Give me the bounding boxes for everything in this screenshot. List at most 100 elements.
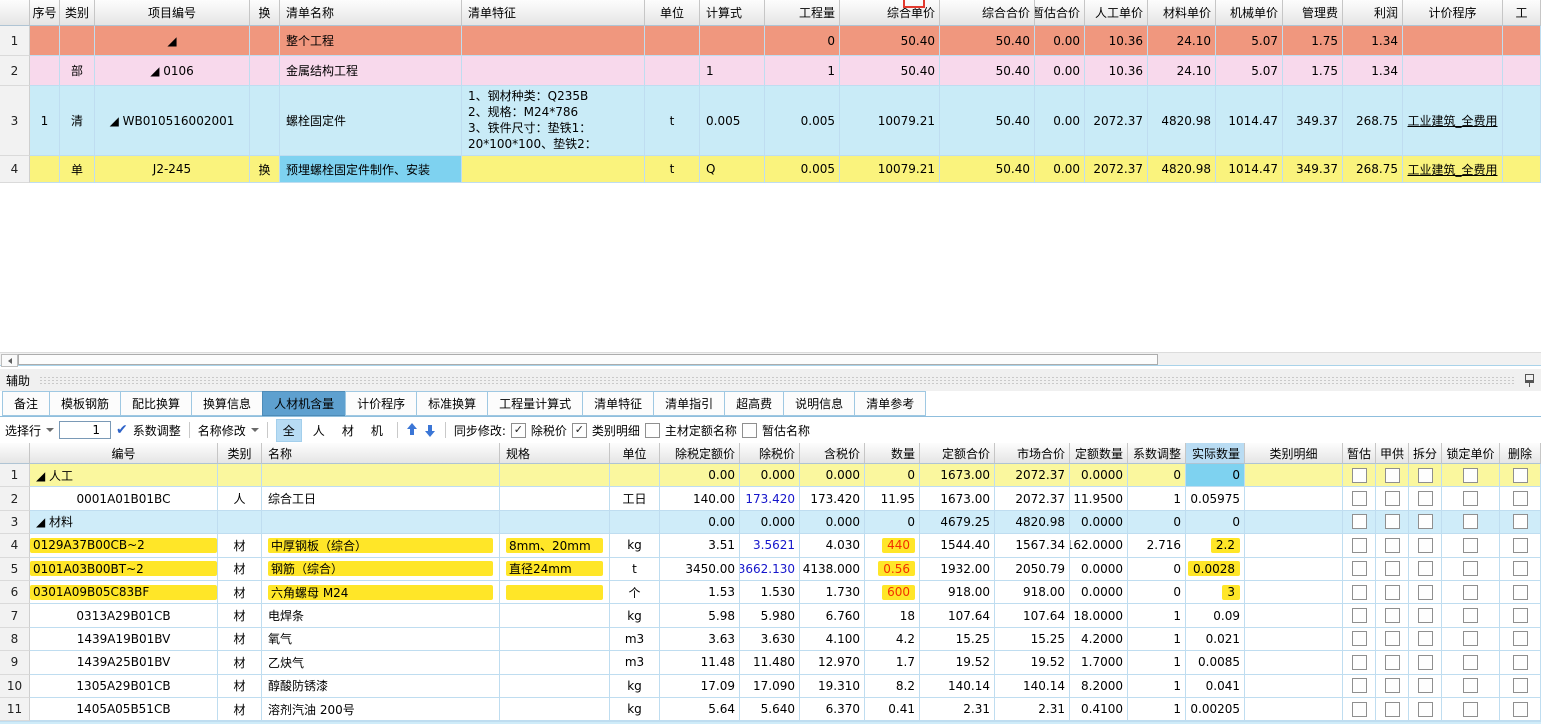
cell-cldj[interactable]: 24.10 xyxy=(1148,56,1216,86)
cell-schj[interactable]: 4820.98 xyxy=(995,511,1070,534)
tab-6[interactable]: 计价程序 xyxy=(345,391,417,416)
checkbox-jg[interactable] xyxy=(1385,608,1400,623)
cell-cf[interactable] xyxy=(1409,464,1442,487)
cell-zhhj[interactable]: 50.40 xyxy=(940,56,1035,86)
cell-sc[interactable] xyxy=(1500,675,1541,698)
cell-lb[interactable]: 材 xyxy=(218,675,262,698)
cell-name[interactable]: 乙炔气 xyxy=(262,651,500,674)
cell-spec[interactable] xyxy=(500,464,610,487)
cell-jg[interactable] xyxy=(1376,511,1409,534)
checkbox-cf[interactable] xyxy=(1418,561,1433,576)
cell-jxdj[interactable]: 1014.47 xyxy=(1216,86,1283,156)
cell-cf[interactable] xyxy=(1409,534,1442,557)
cell-desl[interactable]: 8.2000 xyxy=(1070,675,1128,698)
cell-lbmx[interactable] xyxy=(1245,604,1343,627)
cell-desl[interactable]: 0.0000 xyxy=(1070,558,1128,581)
cell-sddj[interactable] xyxy=(1442,628,1500,651)
cell-sc[interactable] xyxy=(1500,628,1541,651)
row-header[interactable]: 3 xyxy=(0,86,30,156)
cell-qty[interactable]: 0 xyxy=(865,511,920,534)
col-header-zhdj[interactable]: 综合单价 xyxy=(840,0,940,26)
cell-csj[interactable]: 0.000 xyxy=(740,464,800,487)
cell-code[interactable]: 0313A29B01CB xyxy=(30,604,218,627)
filter-machine-button[interactable]: 机 xyxy=(365,420,389,441)
cell-name[interactable]: 中厚钢板（综合） xyxy=(262,534,500,557)
cell-jjcx[interactable]: 工业建筑_全费用 xyxy=(1403,86,1503,156)
cell-dehj[interactable]: 918.00 xyxy=(920,581,995,604)
cell-zhdj[interactable]: 10079.21 xyxy=(840,156,940,183)
cell-zhhj[interactable]: 50.40 xyxy=(940,86,1035,156)
checkbox-sddj[interactable] xyxy=(1463,491,1478,506)
cell-csdj[interactable]: 1.53 xyxy=(660,581,740,604)
tab-3[interactable]: 配比换算 xyxy=(120,391,192,416)
cell-csj[interactable]: 5.640 xyxy=(740,698,800,721)
cell-zhhj[interactable]: 50.40 xyxy=(940,156,1035,183)
cell-lb[interactable]: 材 xyxy=(218,604,262,627)
cell-desl[interactable]: 0.0000 xyxy=(1070,581,1128,604)
cell-dehj[interactable]: 15.25 xyxy=(920,628,995,651)
cell-zg[interactable] xyxy=(1343,698,1376,721)
cell-sddj[interactable] xyxy=(1442,558,1500,581)
cell-name[interactable]: 醇酸防锈漆 xyxy=(262,675,500,698)
cell-qty[interactable]: 600 xyxy=(865,581,920,604)
cell-lbmx[interactable] xyxy=(1245,511,1343,534)
cell-qty[interactable]: 8.2 xyxy=(865,675,920,698)
cell-cf[interactable] xyxy=(1409,604,1442,627)
cell-spec[interactable] xyxy=(500,511,610,534)
cell-sjsl[interactable]: 0.041 xyxy=(1186,675,1245,698)
cell-qty[interactable]: 18 xyxy=(865,604,920,627)
cell-xstz[interactable]: 0 xyxy=(1128,581,1186,604)
cell-hsj[interactable]: 19.310 xyxy=(800,675,865,698)
sync-checkbox-1[interactable] xyxy=(511,423,526,438)
filter-labor-button[interactable]: 人 xyxy=(307,420,331,441)
cell-code[interactable]: ◢ WB010516002001 xyxy=(95,86,250,156)
cell-sddj[interactable] xyxy=(1442,604,1500,627)
cell-feat[interactable] xyxy=(462,56,645,86)
cell-lbmx[interactable] xyxy=(1245,651,1343,674)
checkbox-sddj[interactable] xyxy=(1463,655,1478,670)
cell-hsj[interactable]: 4.100 xyxy=(800,628,865,651)
cell-cf[interactable] xyxy=(1409,581,1442,604)
cell-xstz[interactable]: 1 xyxy=(1128,628,1186,651)
cell-sc[interactable] xyxy=(1500,487,1541,510)
cell-unit[interactable]: kg xyxy=(610,534,660,557)
cell-zg[interactable] xyxy=(1343,464,1376,487)
col-header-lb[interactable]: 类别 xyxy=(60,0,95,26)
cell-feat[interactable] xyxy=(462,26,645,56)
checkbox-cf[interactable] xyxy=(1418,491,1433,506)
checkbox-sddj[interactable] xyxy=(1463,608,1478,623)
filter-all-button[interactable]: 全 xyxy=(276,419,302,442)
cell-qty[interactable]: 1.7 xyxy=(865,651,920,674)
cell-name[interactable]: 金属结构工程 xyxy=(280,56,462,86)
cell-name[interactable]: 螺栓固定件 xyxy=(280,86,462,156)
cell-unit[interactable] xyxy=(645,56,700,86)
row-header[interactable]: 10 xyxy=(0,675,30,698)
cell-jxdj[interactable]: 1014.47 xyxy=(1216,156,1283,183)
cell-xstz[interactable]: 1 xyxy=(1128,651,1186,674)
cell-xstz[interactable]: 0 xyxy=(1128,558,1186,581)
cell-name[interactable]: 电焊条 xyxy=(262,604,500,627)
cell-csj[interactable]: 0.000 xyxy=(740,511,800,534)
checkbox-sddj[interactable] xyxy=(1463,585,1478,600)
checkbox-sddj[interactable] xyxy=(1463,561,1478,576)
cell-jg[interactable] xyxy=(1376,558,1409,581)
cell-lr[interactable]: 1.34 xyxy=(1343,26,1403,56)
cell-calc[interactable]: 1 xyxy=(700,56,765,86)
cell-unit[interactable]: t xyxy=(645,86,700,156)
cell-desl[interactable]: 0.0000 xyxy=(1070,464,1128,487)
cell-code[interactable]: 1305A29B01CB xyxy=(30,675,218,698)
col-header-feat[interactable]: 清单特征 xyxy=(462,0,645,26)
cell-code[interactable]: 0129A37B00CB~2 xyxy=(30,534,218,557)
cell-dehj[interactable]: 1932.00 xyxy=(920,558,995,581)
cell-csdj[interactable]: 17.09 xyxy=(660,675,740,698)
cell-hn[interactable] xyxy=(250,86,280,156)
cell-sjsl[interactable]: 0.0085 xyxy=(1186,651,1245,674)
checkbox-sddj[interactable] xyxy=(1463,538,1478,553)
checkbox-sc[interactable] xyxy=(1513,702,1528,717)
col-header-sc[interactable]: 删除 xyxy=(1500,443,1541,464)
cell-desl[interactable]: 1.7000 xyxy=(1070,651,1128,674)
cell-csj[interactable]: 11.480 xyxy=(740,651,800,674)
cell-desl[interactable]: 0.0000 xyxy=(1070,511,1128,534)
cell-csdj[interactable]: 5.98 xyxy=(660,604,740,627)
checkbox-zg[interactable] xyxy=(1352,468,1367,483)
